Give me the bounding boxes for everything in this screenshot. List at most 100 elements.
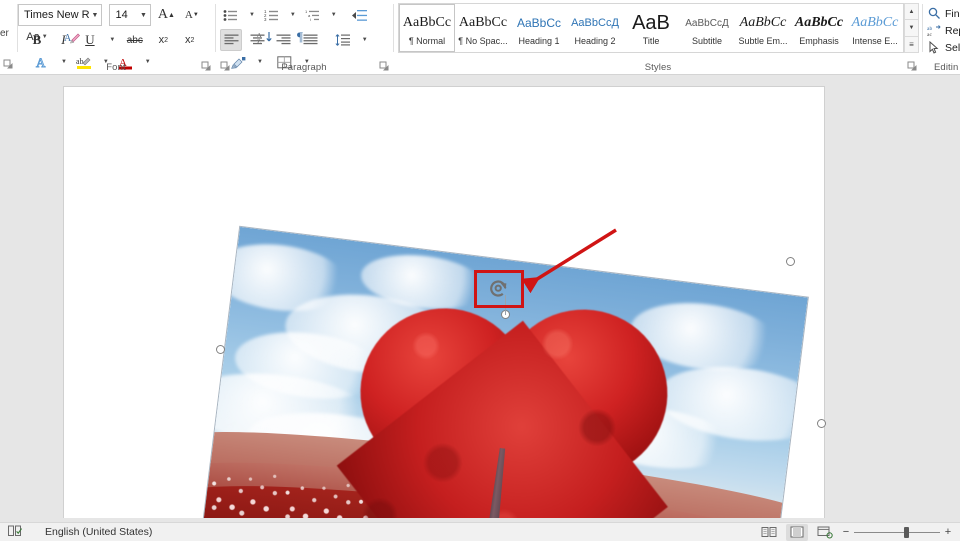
style-preview: AaB <box>632 11 670 34</box>
proofing-icon[interactable] <box>8 525 23 540</box>
shrink-font-button[interactable]: A ▼ <box>181 4 202 26</box>
strikethrough-label: abc <box>126 34 143 46</box>
align-right-icon <box>276 34 291 46</box>
print-layout-view[interactable] <box>786 523 808 541</box>
align-left-button[interactable] <box>220 29 242 51</box>
page-icon <box>790 526 804 538</box>
bold-label: B <box>32 32 42 47</box>
chevron-up-icon: ▲ <box>908 8 915 15</box>
decrease-indent-button[interactable] <box>348 4 371 26</box>
font-size-combo[interactable]: 14 ▼ <box>109 4 152 26</box>
decrease-indent-icon <box>351 9 368 22</box>
numbering-button[interactable]: 1 2 3 <box>261 4 282 26</box>
style-preview: AaBbCс <box>794 15 844 30</box>
select-button[interactable]: Selec <box>924 39 960 56</box>
document-page[interactable] <box>64 87 826 522</box>
find-button[interactable]: Find <box>924 5 960 22</box>
underline-dropdown[interactable]: ▼ <box>105 29 117 51</box>
handle-top-left[interactable] <box>215 344 225 354</box>
grow-font-label: A <box>157 7 168 22</box>
font-group-label: Font <box>106 62 126 73</box>
web-layout-view[interactable] <box>814 524 836 541</box>
word-window: er Times New Ro ▼ 14 ▼ A ▲ A ▼ Aa ▼ A B … <box>0 0 960 541</box>
line-spacing-button[interactable] <box>332 29 354 51</box>
svg-text:ac: ac <box>927 32 932 37</box>
chevron-down-icon[interactable]: ▼ <box>331 12 337 18</box>
svg-text:3: 3 <box>264 17 267 22</box>
align-center-button[interactable] <box>246 29 268 51</box>
clipboard-dialog-launcher[interactable] <box>3 59 14 70</box>
paragraph-dialog-launcher[interactable] <box>379 61 390 72</box>
style-item-title[interactable]: AaB Title <box>623 4 679 52</box>
underline-button[interactable]: U <box>79 29 101 51</box>
style-label: Heading 1 <box>518 35 560 46</box>
style-preview: AaBbCс <box>851 15 899 30</box>
line-spacing-icon <box>335 34 351 46</box>
strikethrough-button[interactable]: abc <box>122 29 148 51</box>
bullets-dropdown[interactable]: ▼ <box>245 4 256 26</box>
style-item-heading-1[interactable]: AaBbCс Heading 1 <box>511 4 567 52</box>
multilevel-list-button[interactable]: 1 a i <box>302 4 323 26</box>
zoom-out-button[interactable]: − <box>842 526 850 538</box>
font-dialog-launcher[interactable] <box>201 61 212 72</box>
align-right-button[interactable] <box>273 29 295 51</box>
style-item-subtle-emphasis[interactable]: AaBbCс Subtle Em... <box>735 4 791 52</box>
grow-font-button[interactable]: A ▲ <box>156 4 177 26</box>
superscript-button[interactable]: x2 <box>179 29 201 51</box>
paragraph-dialog-launcher-left[interactable] <box>220 61 231 72</box>
chevron-down-icon[interactable]: ▼ <box>249 12 255 18</box>
font-name-combo[interactable]: Times New Ro ▼ <box>18 4 102 26</box>
bullets-button[interactable] <box>220 4 241 26</box>
zoom-track[interactable] <box>854 526 940 538</box>
style-label: Heading 2 <box>574 35 616 46</box>
styles-scroll-down-button[interactable]: ▼ <box>904 19 919 36</box>
editing-group: Find ab ac Repl Selec <box>924 0 960 74</box>
chevron-down-icon[interactable]: ▼ <box>109 37 115 43</box>
multilevel-list-dropdown[interactable]: ▼ <box>327 4 338 26</box>
zoom-slider[interactable]: − + <box>842 526 952 538</box>
justify-button[interactable] <box>299 29 321 51</box>
style-label: Emphasis <box>799 35 839 46</box>
font-size-value: 14 <box>115 9 128 21</box>
chevron-down-icon: ▼ <box>908 24 915 31</box>
handle-middle-right[interactable] <box>816 418 826 428</box>
style-item-no-spacing[interactable]: AaBbCс ¶ No Spac... <box>455 4 511 52</box>
styles-dialog-launcher[interactable] <box>907 61 918 72</box>
cursor-arrow-icon <box>926 41 942 54</box>
replace-button[interactable]: ab ac Repl <box>924 22 960 39</box>
red-arrow-annotation <box>521 228 617 294</box>
style-item-heading-2[interactable]: AaBbCcД Heading 2 <box>567 4 623 52</box>
style-item-normal[interactable]: AaBbCс ¶ Normal <box>399 4 455 52</box>
clipboard-group-partial-label: er <box>0 28 9 39</box>
style-preview: AaBbCс <box>458 15 508 30</box>
document-canvas[interactable] <box>0 75 960 522</box>
zoom-in-button[interactable]: + <box>944 526 952 538</box>
paragraph-group: ▼ 1 2 3 ▼ 1 a i ▼ ¶ ▼ ▼ ▼ Paragraph <box>216 0 392 74</box>
find-label: Find <box>945 7 960 20</box>
numbering-dropdown[interactable]: ▼ <box>286 4 297 26</box>
chevron-down-icon[interactable]: ▼ <box>89 5 101 25</box>
subscript-button[interactable]: x2 <box>152 29 174 51</box>
style-item-intense-emphasis[interactable]: AaBbCс Intense E... <box>847 4 903 52</box>
read-mode-view[interactable] <box>758 524 780 541</box>
italic-button[interactable]: I <box>52 29 74 51</box>
line-spacing-dropdown[interactable]: ▼ <box>358 29 369 51</box>
chevron-down-icon[interactable]: ▼ <box>362 37 368 43</box>
status-bar-left: English (United States) <box>0 525 152 540</box>
handle-top-right[interactable] <box>785 256 795 266</box>
chevron-down-icon[interactable]: ▼ <box>136 5 150 25</box>
styles-gallery[interactable]: AaBbCс ¶ Normal AaBbCс ¶ No Spac... AaBb… <box>398 3 904 53</box>
shrink-font-label: A <box>184 9 193 21</box>
style-item-emphasis[interactable]: AaBbCс Emphasis <box>791 4 847 52</box>
styles-scroll-up-button[interactable]: ▲ <box>904 3 919 20</box>
chevron-down-icon[interactable]: ▼ <box>290 12 296 18</box>
styles-more-button[interactable]: ≡ <box>904 35 919 53</box>
style-item-subtitle[interactable]: AaBbCcД Subtitle <box>679 4 735 52</box>
zoom-thumb[interactable] <box>904 526 909 538</box>
style-preview: AaBbCcД <box>685 17 729 29</box>
styles-scrollbar[interactable]: ▲ ▼ ≡ <box>904 3 919 53</box>
style-label: Intense E... <box>852 35 898 46</box>
language-label[interactable]: English (United States) <box>45 526 152 538</box>
multilevel-list-icon: 1 a i <box>305 9 320 22</box>
bold-button[interactable]: B <box>26 29 48 51</box>
